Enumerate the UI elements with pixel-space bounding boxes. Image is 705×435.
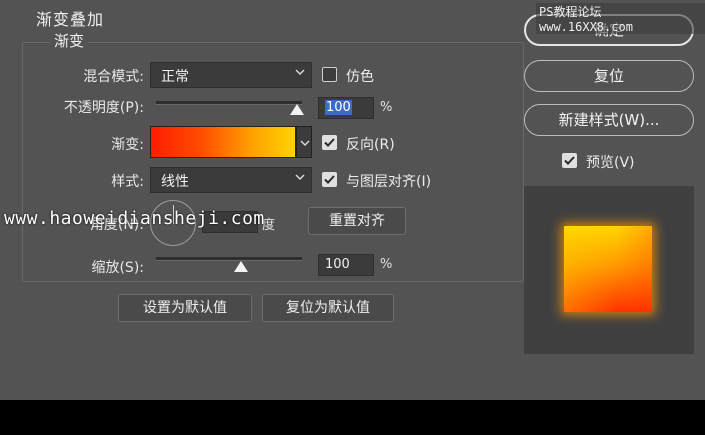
style-dropdown[interactable]: 线性 [150,167,312,193]
chevron-down-icon [300,140,310,146]
align-layer-checkbox[interactable] [322,172,337,187]
preview-thumbnail [524,186,694,354]
opacity-slider-track[interactable] [156,101,302,105]
scale-slider-thumb[interactable] [234,261,248,272]
new-style-button[interactable]: 新建样式(W)... [524,104,694,136]
checkmark-icon [324,138,335,147]
gradient-picker[interactable] [150,126,296,158]
scale-input[interactable]: 100 [318,254,374,276]
preview-gradient-square [564,226,652,312]
reset-align-button[interactable]: 重置对齐 [308,207,406,235]
scale-label: 缩放(S): [91,260,144,276]
dither-checkbox[interactable] [322,67,337,82]
scale-slider-track[interactable] [156,257,302,261]
opacity-label: 不透明度(P): [63,100,144,116]
checkmark-icon [324,175,335,184]
align-layer-label: 与图层对齐(I) [346,174,432,190]
gradient-dropdown-button[interactable] [296,126,312,158]
chevron-down-icon [295,69,305,75]
scale-value: 100 [325,257,350,272]
watermark-middle: www.haoweidiansheji.com [4,208,265,229]
reverse-checkbox[interactable] [322,135,337,150]
opacity-slider-thumb[interactable] [290,104,304,115]
blend-mode-dropdown[interactable]: 正常 [150,62,312,88]
set-default-button[interactable]: 设置为默认值 [118,294,252,322]
blend-mode-value: 正常 [161,69,189,85]
reset-button[interactable]: 复位 [524,60,694,92]
bottom-black-bar [0,400,705,435]
chevron-down-icon [295,174,305,180]
checkmark-icon [564,156,575,165]
preview-label: 预览(V) [586,155,635,171]
gradient-label: 渐变: [111,137,144,153]
preview-checkbox[interactable] [562,153,577,168]
group-title: 渐变 [50,30,89,51]
dither-label: 仿色 [346,69,374,85]
opacity-input[interactable]: 100 [318,97,374,119]
opacity-unit: % [380,100,393,115]
opacity-value: 100 [325,100,352,115]
reverse-label: 反向(R) [346,137,395,153]
reset-default-button[interactable]: 复位为默认值 [262,294,394,322]
watermark-top: PS教程论坛 www.16XX8.com [536,3,705,34]
style-value: 线性 [161,174,189,190]
style-label: 样式: [111,174,144,190]
scale-unit: % [380,257,393,272]
panel-title: 渐变叠加 [36,10,105,29]
blend-mode-label: 混合模式: [83,69,144,85]
